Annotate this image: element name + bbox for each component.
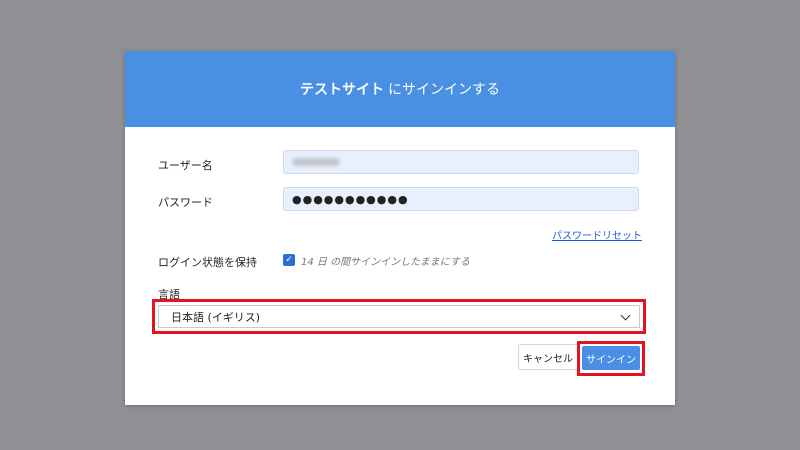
dialog-header: テストサイト にサインインする	[125, 51, 675, 127]
password-label: パスワード	[158, 196, 213, 209]
signin-dialog: テストサイト にサインインする ユーザー名 パスワード ●●●●●●●●●●● …	[125, 51, 675, 405]
signin-highlight: サインイン	[577, 341, 645, 376]
cancel-button[interactable]: キャンセル	[518, 344, 578, 370]
dialog-title: にサインインする	[388, 82, 500, 98]
keep-signed-in-label: ログイン状態を保持	[158, 256, 257, 269]
check-icon: ✓	[285, 254, 293, 265]
keep-signed-in-text: 14 日 の間サインインしたままにする	[301, 257, 470, 268]
language-value: 日本語 (イギリス)	[171, 310, 261, 324]
username-value-blurred	[292, 158, 340, 166]
language-select[interactable]: 日本語 (イギリス)	[158, 305, 640, 328]
username-label: ユーザー名	[158, 159, 213, 172]
site-name: テストサイト	[300, 82, 384, 98]
username-field[interactable]	[283, 150, 639, 174]
password-value: ●●●●●●●●●●●	[292, 192, 409, 206]
signin-button[interactable]: サインイン	[582, 346, 640, 370]
chevron-down-icon	[620, 310, 631, 320]
password-reset-link[interactable]: パスワードリセット	[552, 227, 642, 242]
password-field[interactable]: ●●●●●●●●●●●	[283, 187, 639, 211]
language-highlight: 日本語 (イギリス)	[152, 299, 646, 334]
keep-signed-in-checkbox[interactable]: ✓	[283, 254, 295, 266]
